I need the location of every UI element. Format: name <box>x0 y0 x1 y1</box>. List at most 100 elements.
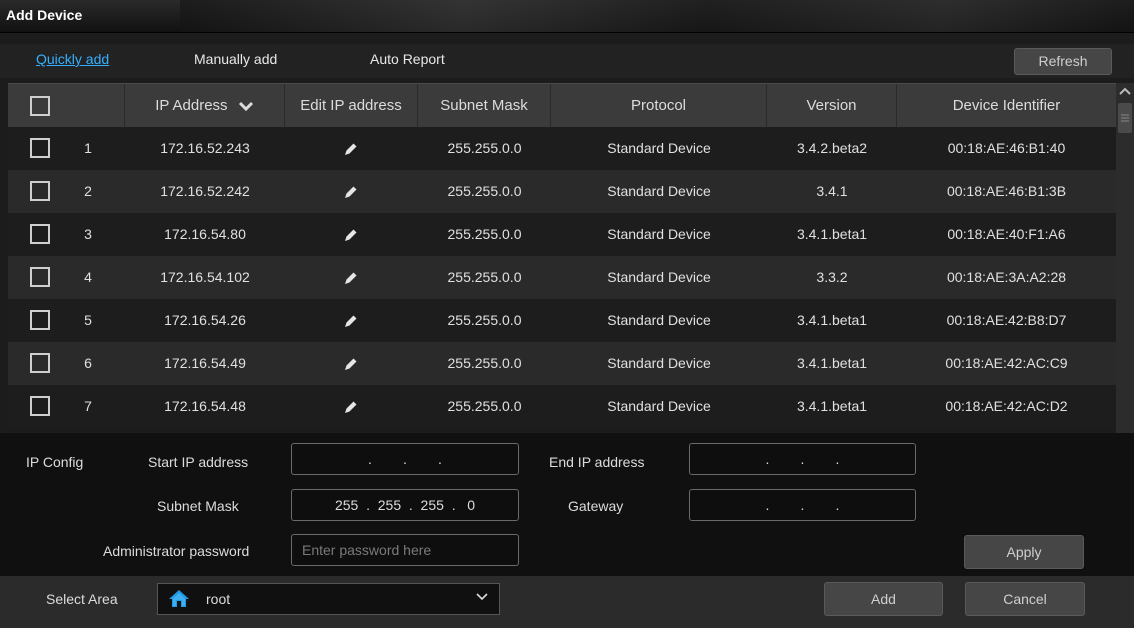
header-select-cell <box>8 84 125 128</box>
table-row[interactable]: 7 172.16.54.48 255.255.0.0 Standard Device 3… <box>8 385 1116 428</box>
row-protocol: Standard Device <box>607 355 711 371</box>
row-protocol: Standard Device <box>607 183 711 199</box>
row-version: 3.4.1 <box>816 183 848 199</box>
row-ip-address: 172.16.54.48 <box>164 398 246 414</box>
edit-pencil-icon[interactable] <box>344 314 358 328</box>
row-device-identifier: 00:18:AE:46:B1:3B <box>946 183 1067 199</box>
area-select[interactable]: root <box>157 583 500 615</box>
row-version: 3.3.2 <box>816 269 848 285</box>
row-subnet-mask: 255.255.0.0 <box>447 226 522 242</box>
subnet-mask-label: Subnet Mask <box>157 498 239 514</box>
row-ip-address: 172.16.54.49 <box>164 355 246 371</box>
select-all-checkbox[interactable] <box>30 96 50 116</box>
row-number: 6 <box>84 355 92 371</box>
sort-chevron-down-icon <box>238 101 253 112</box>
select-area-label: Select Area <box>46 591 118 607</box>
edit-pencil-icon[interactable] <box>344 400 358 414</box>
start-ip-input[interactable]: . . . <box>291 443 519 475</box>
row-protocol: Standard Device <box>607 226 711 242</box>
refresh-button[interactable]: Refresh <box>1014 48 1112 75</box>
gateway-label: Gateway <box>568 498 624 514</box>
row-checkbox[interactable] <box>30 267 50 287</box>
table-row[interactable]: 2 172.16.52.242 255.255.0.0 Standard Device… <box>8 170 1116 213</box>
row-ip-address: 172.16.54.26 <box>164 312 246 328</box>
area-select-value: root <box>206 591 231 607</box>
row-checkbox[interactable] <box>30 396 50 416</box>
row-checkbox[interactable] <box>30 310 50 330</box>
header-edit-ip: Edit IP address <box>285 84 418 128</box>
row-device-identifier: 00:18:AE:40:F1:A6 <box>947 226 1066 242</box>
row-device-identifier: 00:18:AE:42:AC:C9 <box>945 355 1068 371</box>
table-row[interactable]: 5 172.16.54.26 255.255.0.0 Standard Device 3… <box>8 299 1116 342</box>
edit-pencil-icon[interactable] <box>344 271 358 285</box>
edit-pencil-icon[interactable] <box>344 357 358 371</box>
tab-auto-report[interactable]: Auto Report <box>370 51 445 67</box>
row-number: 1 <box>84 140 92 156</box>
edit-pencil-icon[interactable] <box>344 228 358 242</box>
table-scrollbar[interactable] <box>1116 83 1134 433</box>
admin-password-label: Administrator password <box>103 543 250 559</box>
subnet-mask-input[interactable]: 255 . 255 . 255 . 0 <box>291 489 519 521</box>
row-subnet-mask: 255.255.0.0 <box>447 269 522 285</box>
row-version: 3.4.1.beta1 <box>796 226 868 242</box>
row-version: 3.4.1.beta1 <box>796 355 868 371</box>
title-bar-decoration <box>180 0 1134 32</box>
header-ip-address[interactable]: IP Address <box>125 84 285 128</box>
row-subnet-mask: 255.255.0.0 <box>447 312 522 328</box>
table-row[interactable]: 6 172.16.54.49 255.255.0.0 Standard Device 3… <box>8 342 1116 385</box>
row-checkbox[interactable] <box>30 181 50 201</box>
tab-quickly-add[interactable]: Quickly add <box>36 51 109 67</box>
row-ip-address: 172.16.54.80 <box>164 226 246 242</box>
end-ip-label: End IP address <box>549 454 645 470</box>
row-protocol: Standard Device <box>607 312 711 328</box>
header-device-identifier: Device Identifier <box>952 97 1061 114</box>
header-ip-address-label: IP Address <box>155 97 228 114</box>
row-device-identifier: 00:18:AE:42:B8:D7 <box>946 312 1067 328</box>
device-table-body: 1 172.16.52.243 255.255.0.0 Standard Device… <box>8 127 1116 428</box>
header-version: Version <box>767 84 897 128</box>
ip-config-panel: IP Config Start IP address . . . End IP … <box>0 433 1134 576</box>
edit-pencil-icon[interactable] <box>344 185 358 199</box>
title-bar: Add Device <box>0 0 1134 33</box>
row-device-identifier: 00:18:AE:46:B1:40 <box>947 140 1066 156</box>
row-checkbox[interactable] <box>30 138 50 158</box>
scroll-thumb[interactable] <box>1118 103 1132 133</box>
table-row[interactable]: 1 172.16.52.243 255.255.0.0 Standard Device… <box>8 127 1116 170</box>
row-subnet-mask: 255.255.0.0 <box>447 183 522 199</box>
row-subnet-mask: 255.255.0.0 <box>447 140 522 156</box>
row-protocol: Standard Device <box>607 140 711 156</box>
table-row[interactable]: 3 172.16.54.80 255.255.0.0 Standard Device 3… <box>8 213 1116 256</box>
chevron-down-icon <box>476 593 488 601</box>
row-ip-address: 172.16.54.102 <box>160 269 250 285</box>
home-icon <box>169 590 189 607</box>
tab-manually-add[interactable]: Manually add <box>194 51 277 67</box>
apply-button[interactable]: Apply <box>964 535 1084 569</box>
gateway-input[interactable]: . . . <box>689 489 916 521</box>
scroll-up-arrow-icon[interactable] <box>1116 83 1134 101</box>
row-number: 5 <box>84 312 92 328</box>
cancel-button[interactable]: Cancel <box>965 582 1085 616</box>
row-number: 2 <box>84 183 92 199</box>
row-protocol: Standard Device <box>607 269 711 285</box>
row-version: 3.4.1.beta1 <box>796 398 868 414</box>
row-checkbox[interactable] <box>30 353 50 373</box>
row-number: 7 <box>84 398 92 414</box>
table-row[interactable]: 4 172.16.54.102 255.255.0.0 Standard Device… <box>8 256 1116 299</box>
window-title: Add Device <box>6 7 83 23</box>
row-protocol: Standard Device <box>607 398 711 414</box>
tab-bar: Quickly add Manually add Auto Report Ref… <box>0 44 1134 78</box>
add-button[interactable]: Add <box>824 582 943 616</box>
row-device-identifier: 00:18:AE:3A:A2:28 <box>946 269 1067 285</box>
start-ip-label: Start IP address <box>148 454 249 470</box>
row-checkbox[interactable] <box>30 224 50 244</box>
admin-password-input[interactable]: Enter password here <box>291 534 519 566</box>
header-protocol: Protocol <box>551 84 767 128</box>
row-number: 3 <box>84 226 92 242</box>
row-ip-address: 172.16.52.242 <box>160 183 250 199</box>
end-ip-input[interactable]: . . . <box>689 443 916 475</box>
row-device-identifier: 00:18:AE:42:AC:D2 <box>945 398 1068 414</box>
table-header: IP Address Edit IP address Subnet Mask P… <box>8 83 1116 128</box>
row-version: 3.4.1.beta1 <box>796 312 868 328</box>
edit-pencil-icon[interactable] <box>344 142 358 156</box>
row-subnet-mask: 255.255.0.0 <box>447 355 522 371</box>
